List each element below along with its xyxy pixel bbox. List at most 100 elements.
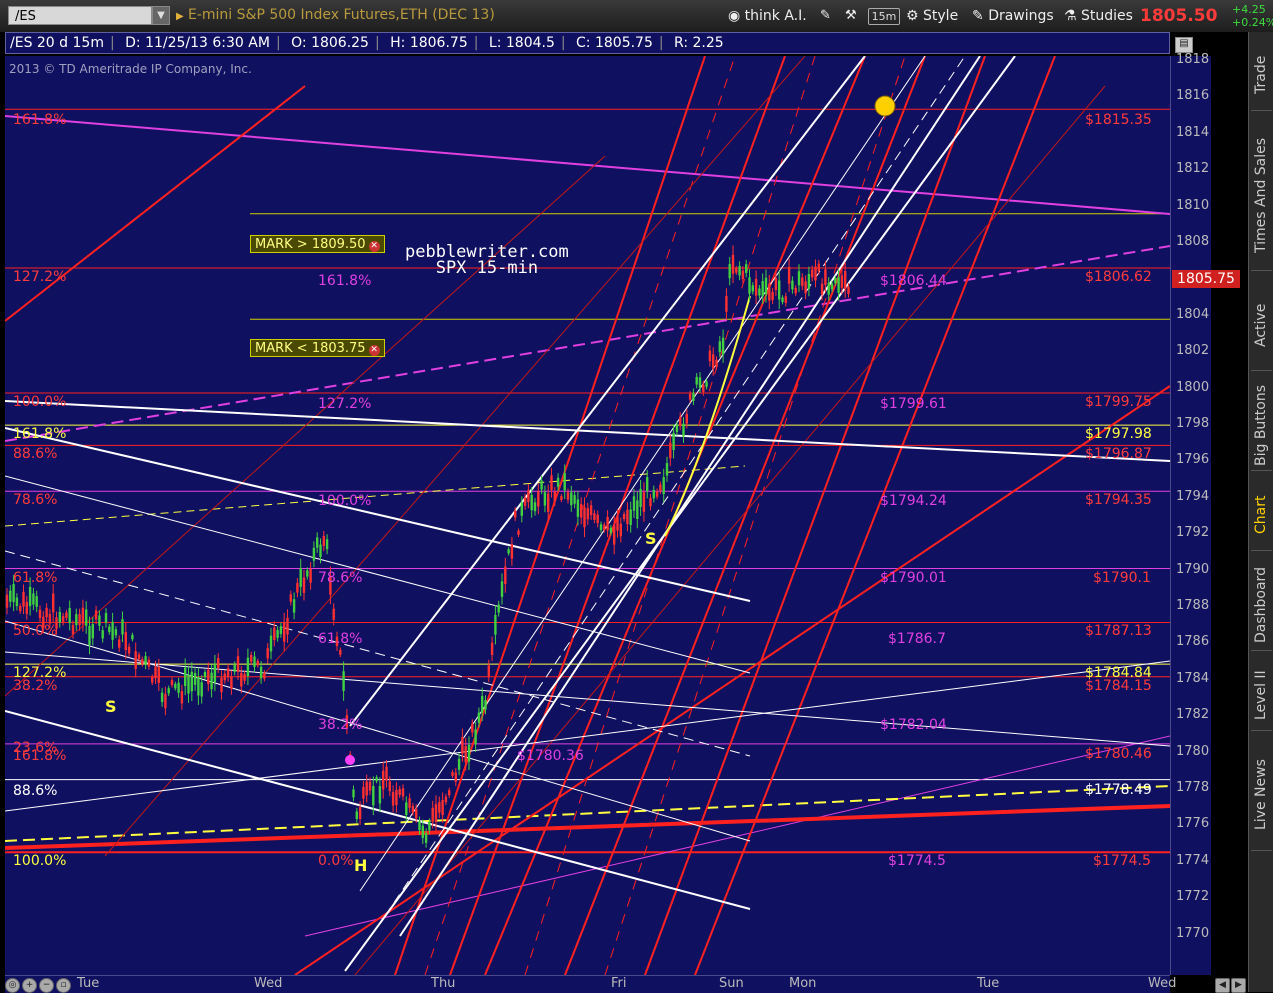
last-price: 1805.50 — [1140, 6, 1218, 26]
time-period-button[interactable]: 15m — [868, 8, 900, 25]
price-alert-mark-lower[interactable]: MARK < 1803.75 ✕ — [250, 339, 385, 357]
symbol-input[interactable]: /ES — [8, 6, 152, 25]
info-date: D: 11/25/13 6:30 AM — [125, 35, 270, 51]
fib-label-mid: 100.0% — [318, 493, 372, 509]
mark-upper-text: MARK > 1809.50 — [255, 237, 366, 252]
right-level-label: $1794.35 — [1085, 492, 1152, 508]
info-high: H: 1806.75 — [390, 35, 468, 51]
price-axis[interactable]: 1818181618141812181018081806180418021800… — [1170, 52, 1211, 975]
zoom-out-icon[interactable]: − — [39, 978, 54, 993]
candle-body — [715, 359, 718, 367]
candle-body — [61, 616, 65, 623]
price-plot[interactable]: 2013 © TD Ameritrade IP Company, Inc. pe… — [5, 56, 1170, 975]
candle-body — [339, 649, 342, 655]
fib-label: 100.0% — [13, 394, 67, 410]
candle-body — [619, 523, 622, 537]
candle-body — [527, 490, 530, 503]
studies-button[interactable]: ⚗ Studies — [1064, 6, 1133, 26]
candle-body — [791, 280, 794, 290]
candle-body — [685, 413, 688, 424]
side-tab-level-ii[interactable]: Level II — [1251, 660, 1272, 731]
wrench-icon[interactable]: ⚒ — [845, 6, 857, 26]
candle-body — [771, 292, 774, 301]
time-axis[interactable]: ◎ + − ▫ ◀ ▶ Tue Wed Thu Fri Sun Mon Tue Wed — [5, 975, 1246, 993]
candle-body — [170, 679, 174, 686]
candle-body — [108, 626, 111, 633]
candle-body — [563, 473, 566, 491]
candle-body — [180, 691, 184, 704]
side-panel-tabs: Trade Times And Sales Active Trader Big But… — [1248, 32, 1273, 992]
price-tick-label: 1802 — [1176, 343, 1210, 359]
candle-body — [421, 825, 424, 838]
right-level-label: $1806.44 — [880, 273, 947, 289]
candle-body — [306, 570, 309, 577]
pencil-icon: ✎ — [972, 8, 984, 24]
candle-body — [88, 625, 91, 645]
candle-body — [758, 288, 761, 296]
candle-body — [586, 508, 589, 520]
right-level-label: $1786.7 — [888, 631, 946, 647]
time-tick-label: Fri — [611, 976, 627, 991]
side-tab-chart[interactable]: Chart — [1251, 480, 1272, 551]
candle-body — [22, 591, 25, 607]
info-symbol[interactable]: /ES 20 d 15m — [6, 35, 104, 51]
candle-body — [174, 683, 177, 689]
candle-body — [721, 337, 725, 355]
candle-body — [669, 442, 672, 459]
candle-body — [25, 602, 28, 614]
candle-body — [814, 266, 817, 281]
price-tick-label: 1800 — [1176, 379, 1210, 395]
candle-body — [560, 495, 563, 501]
style-button[interactable]: ⚙ Style — [906, 6, 958, 26]
side-tab-active-trader[interactable]: Active Trader — [1251, 280, 1272, 371]
side-tab-times-and-sales[interactable]: Times And Sales — [1251, 120, 1272, 271]
fit-icon[interactable]: ▫ — [56, 978, 71, 993]
candle-body — [761, 281, 764, 297]
candle-body — [797, 271, 801, 286]
side-tab-live-news[interactable]: Live News — [1251, 740, 1272, 851]
candle-body — [375, 777, 378, 782]
drawings-button[interactable]: ✎ Drawings — [972, 6, 1054, 26]
fib-label-mid: 78.6% — [318, 570, 363, 586]
time-tick-label: Thu — [431, 976, 456, 991]
price-tick-label: 1810 — [1176, 197, 1210, 213]
candle-body — [735, 268, 738, 273]
candle-body — [434, 804, 438, 822]
red-thin-line — [354, 85, 1106, 975]
scroll-left-icon[interactable]: ◀ — [1215, 978, 1230, 993]
fib-label: 50.0% — [13, 623, 58, 639]
candle-body — [316, 537, 319, 548]
think-ai-label: think A.I. — [744, 8, 807, 24]
drawing-tool-icon[interactable]: ✎ — [820, 6, 831, 26]
candle-body — [794, 287, 797, 294]
candle-body — [160, 692, 164, 703]
symbol-dropdown-button[interactable]: ▼ — [152, 6, 170, 25]
chart-settings-icon[interactable]: ▤ — [1175, 37, 1193, 53]
zoom-reset-icon[interactable]: ◎ — [5, 978, 20, 993]
candle-body — [118, 639, 121, 648]
candle-body — [616, 516, 619, 531]
candle-body — [289, 594, 292, 602]
candle-body — [230, 676, 233, 689]
candle-body — [177, 682, 180, 693]
close-icon[interactable]: ✕ — [368, 241, 380, 252]
candle-body — [94, 610, 98, 620]
side-tab-big-buttons[interactable]: Big Buttons — [1251, 380, 1272, 471]
style-label: Style — [923, 8, 959, 24]
red-fan-line — [394, 56, 706, 975]
candle-body — [804, 281, 807, 294]
candle-body — [731, 254, 735, 274]
think-ai-button[interactable]: ◉ think A.I. — [728, 6, 807, 26]
fib-label-mid: 161.8% — [318, 273, 372, 289]
scroll-right-icon[interactable]: ▶ — [1231, 978, 1246, 993]
candle-body — [85, 609, 88, 626]
candle-body — [490, 642, 494, 655]
close-icon[interactable]: ✕ — [368, 345, 380, 356]
candle-body — [253, 656, 256, 667]
candle-body — [580, 503, 583, 518]
candle-body — [273, 627, 276, 641]
zoom-in-icon[interactable]: + — [22, 978, 37, 993]
price-alert-mark-upper[interactable]: MARK > 1809.50 ✕ — [250, 235, 385, 253]
side-tab-trade[interactable]: Trade — [1251, 40, 1272, 111]
side-tab-dashboard[interactable]: Dashboard — [1251, 560, 1272, 651]
